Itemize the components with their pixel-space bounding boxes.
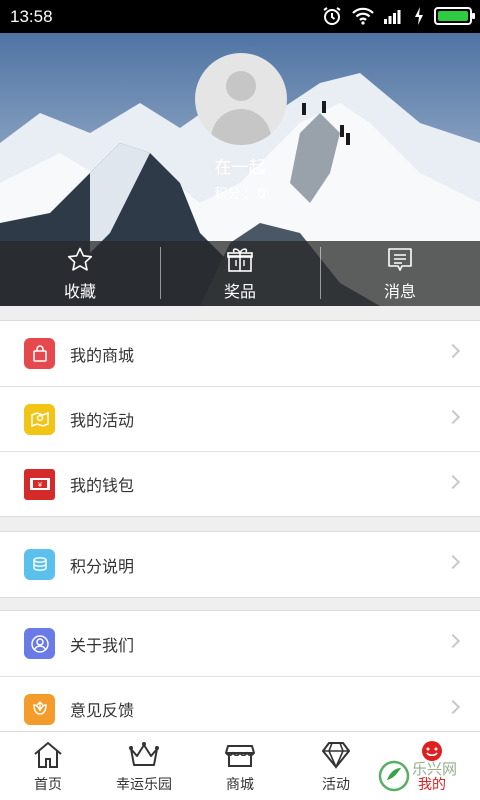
tab-home[interactable]: 首页 bbox=[0, 732, 96, 800]
crown-icon bbox=[129, 741, 159, 766]
points-info-item[interactable]: 积分说明 bbox=[0, 532, 480, 597]
gift-icon bbox=[227, 247, 253, 272]
wifi-icon bbox=[352, 7, 374, 25]
menu-group-2: 积分说明 bbox=[0, 531, 480, 598]
my-activity-label: 我的活动 bbox=[70, 411, 135, 430]
tab-lucky-park[interactable]: 幸运乐园 bbox=[96, 732, 192, 800]
avatar[interactable] bbox=[195, 53, 287, 145]
favorites-button[interactable]: 收藏 bbox=[0, 241, 160, 306]
quick-actions-bar: 收藏 奖品 消息 bbox=[0, 241, 480, 306]
chevron-right-icon bbox=[445, 343, 461, 359]
points-value: 0 bbox=[257, 187, 266, 202]
user-circle-icon bbox=[24, 628, 55, 659]
favorites-label: 收藏 bbox=[63, 281, 96, 301]
chevron-right-icon bbox=[445, 474, 461, 490]
alarm-icon bbox=[323, 7, 341, 25]
diamond-icon bbox=[322, 741, 350, 769]
menu-group-1: 我的商城 我的活动 ¥ 我的钱包 bbox=[0, 320, 480, 517]
profile-header: 在一起 积分： 0 收藏 奖品 消息 bbox=[0, 33, 480, 306]
tab-lucky-park-label: 幸运乐园 bbox=[116, 776, 172, 793]
tab-activity-label: 活动 bbox=[322, 776, 350, 793]
tab-activity[interactable]: 活动 bbox=[288, 732, 384, 800]
points-separator: ： bbox=[242, 187, 256, 202]
star-icon bbox=[67, 247, 93, 271]
prizes-label: 奖品 bbox=[223, 281, 256, 301]
battery-icon bbox=[434, 7, 475, 25]
about-us-label: 关于我们 bbox=[70, 635, 135, 655]
store-icon bbox=[225, 744, 255, 767]
status-bar: 13:58 bbox=[0, 0, 480, 33]
my-wallet-label: 我的钱包 bbox=[70, 476, 135, 495]
messages-button[interactable]: 消息 bbox=[320, 241, 480, 306]
wallet-icon: ¥ bbox=[24, 468, 55, 500]
status-icons bbox=[322, 6, 475, 26]
points-display: 积分： 0 bbox=[0, 183, 480, 202]
brand-watermark-logo: 乐兴网 bbox=[378, 760, 457, 792]
chevron-right-icon bbox=[445, 409, 461, 425]
my-mall-item[interactable]: 我的商城 bbox=[0, 321, 480, 386]
username: 在一起 bbox=[214, 158, 266, 178]
message-icon bbox=[388, 247, 412, 271]
chevron-right-icon bbox=[445, 554, 461, 570]
points-label: 积分 bbox=[214, 187, 241, 202]
charging-icon bbox=[415, 7, 423, 25]
location-map-icon bbox=[24, 403, 55, 435]
flower-icon bbox=[24, 693, 55, 725]
watermark-brand-text: 乐兴网 bbox=[412, 760, 457, 778]
tab-mall[interactable]: 商城 bbox=[192, 732, 288, 800]
svg-text:¥: ¥ bbox=[37, 481, 42, 489]
prizes-button[interactable]: 奖品 bbox=[160, 241, 320, 306]
my-activity-item[interactable]: 我的活动 bbox=[0, 386, 480, 451]
feedback-label: 意见反馈 bbox=[70, 701, 135, 720]
chevron-right-icon bbox=[445, 699, 461, 715]
chevron-right-icon bbox=[445, 633, 461, 649]
my-wallet-item[interactable]: ¥ 我的钱包 bbox=[0, 451, 480, 516]
menu-group-3: 关于我们 意见反馈 bbox=[0, 610, 480, 741]
tab-home-label: 首页 bbox=[34, 776, 62, 793]
points-info-label: 积分说明 bbox=[70, 556, 135, 576]
signal-icon bbox=[384, 10, 401, 24]
coins-icon bbox=[24, 549, 55, 580]
my-mall-label: 我的商城 bbox=[70, 345, 135, 365]
about-us-item[interactable]: 关于我们 bbox=[0, 611, 480, 676]
tab-mall-label: 商城 bbox=[226, 776, 254, 793]
messages-label: 消息 bbox=[383, 281, 416, 301]
shopping-bag-icon bbox=[24, 338, 55, 369]
status-time: 13:58 bbox=[10, 7, 53, 26]
home-icon bbox=[34, 741, 62, 768]
